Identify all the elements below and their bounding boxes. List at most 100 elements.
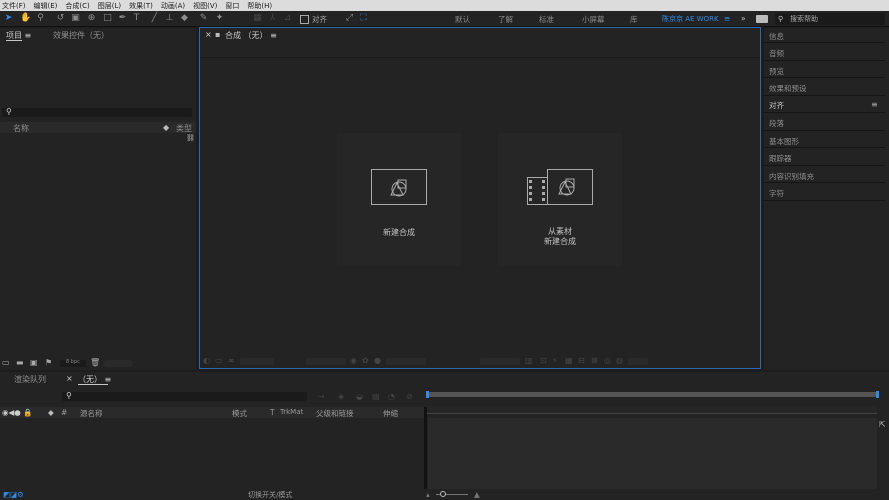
- panel-menu-icon[interactable]: ≡: [105, 375, 112, 384]
- draft-3d-icon[interactable]: ◈: [338, 392, 344, 401]
- panel-preview[interactable]: 预览: [769, 66, 784, 77]
- project-search-input[interactable]: ⚲: [2, 107, 192, 117]
- tab-effect-controls[interactable]: 效果控件（无）: [53, 30, 109, 41]
- col-number[interactable]: #: [61, 408, 67, 417]
- workspace-small-screen[interactable]: 小屏幕: [582, 14, 605, 25]
- workspace-standard[interactable]: 标准: [539, 14, 554, 25]
- magnification-field[interactable]: [240, 358, 274, 365]
- puppet-tool-icon[interactable]: ✦: [214, 13, 225, 24]
- zoom-tool-icon[interactable]: ⚲: [35, 13, 46, 24]
- menu-file[interactable]: 文件(F): [2, 1, 26, 11]
- screen-toggle-icon[interactable]: [756, 15, 768, 23]
- av-features-icon[interactable]: ◉◀● 🔒: [2, 408, 33, 417]
- graph-editor-icon[interactable]: ⊘: [406, 392, 413, 401]
- panel-essential-graphics[interactable]: 基本图形: [769, 136, 799, 147]
- panel-effects-presets[interactable]: 效果和预设: [769, 83, 807, 94]
- thumbnail-slider[interactable]: [103, 360, 133, 367]
- col-trkmat[interactable]: TrkMat: [280, 408, 303, 416]
- panel-character[interactable]: 字符: [769, 188, 784, 199]
- interpret-footage-icon[interactable]: ▭: [2, 358, 10, 367]
- flowchart-view-icon[interactable]: ⊠: [591, 356, 598, 365]
- type-tool-icon[interactable]: T: [131, 13, 142, 24]
- toggle-switches-modes[interactable]: 切换开关/模式: [248, 490, 292, 500]
- show-snapshot-icon[interactable]: ✿: [362, 356, 369, 365]
- zoom-out-icon[interactable]: ▴: [426, 490, 430, 499]
- frame-blending-icon[interactable]: ▤: [372, 392, 380, 401]
- comp-lock-icon[interactable]: ▪: [215, 30, 220, 39]
- snap-options-icon[interactable]: ⛶: [358, 13, 369, 24]
- label-tag-icon[interactable]: ◆: [163, 123, 169, 132]
- timeline-search-input[interactable]: ⚲: [62, 391, 307, 401]
- rotate-tool-icon[interactable]: ↺: [55, 13, 66, 24]
- camera-tool-icon[interactable]: ▣: [70, 13, 81, 24]
- delete-trash-icon[interactable]: 🗑: [90, 358, 100, 367]
- bpc-label[interactable]: 8 bpc: [66, 359, 80, 365]
- work-area-end-handle[interactable]: [876, 391, 879, 398]
- rectangle-tool-icon[interactable]: □: [102, 13, 113, 24]
- menu-layer[interactable]: 图层(L): [98, 1, 121, 11]
- workspace-learn[interactable]: 了解: [498, 14, 513, 25]
- menu-animation[interactable]: 动画(A): [161, 1, 185, 11]
- panel-content-aware-fill[interactable]: 内容识别填充: [769, 171, 814, 182]
- panel-menu-icon[interactable]: ≡: [871, 100, 878, 109]
- hand-tool-icon[interactable]: ✋: [20, 13, 31, 24]
- panel-info[interactable]: 信息: [769, 31, 784, 42]
- close-tab-icon[interactable]: ×: [205, 30, 212, 39]
- project-settings-icon[interactable]: ⚑: [45, 358, 52, 367]
- work-area-bar[interactable]: [427, 392, 878, 397]
- selection-tool-icon[interactable]: ➤: [3, 13, 14, 24]
- workspace-custom[interactable]: 陈京京 AE WORK: [662, 14, 719, 24]
- workspace-default[interactable]: 默认: [455, 14, 470, 25]
- roto-brush-tool-icon[interactable]: ✎: [198, 13, 209, 24]
- reset-exposure-icon[interactable]: ◎: [604, 356, 611, 365]
- label-tag-icon[interactable]: ◆: [48, 408, 54, 417]
- shy-icon[interactable]: ◒: [356, 392, 363, 401]
- new-folder-icon[interactable]: ▬: [16, 358, 24, 367]
- new-comp-from-footage-card[interactable]: 从素材 新建合成: [498, 133, 622, 266]
- menu-effect[interactable]: 效果(T): [129, 1, 153, 11]
- exposure-field[interactable]: [628, 358, 648, 365]
- local-axis-icon[interactable]: ▦: [252, 13, 263, 24]
- panel-tracker[interactable]: 跟踪器: [769, 153, 792, 164]
- panel-menu-icon[interactable]: ≡: [25, 31, 32, 40]
- color-channel-icon[interactable]: ●: [374, 356, 381, 365]
- pan-behind-tool-icon[interactable]: ⊕: [86, 13, 97, 24]
- timeline-icon[interactable]: ⊟: [578, 356, 585, 365]
- menu-help[interactable]: 帮助(H): [247, 1, 272, 11]
- work-area-start-handle[interactable]: [426, 391, 429, 398]
- motion-blur-icon[interactable]: ◔: [388, 392, 395, 401]
- tab-render-queue[interactable]: 渲染队列: [14, 374, 46, 385]
- panel-paragraph[interactable]: 段落: [769, 118, 784, 129]
- pen-tool-icon[interactable]: ✒: [117, 13, 128, 24]
- panel-align[interactable]: 对齐: [769, 100, 784, 111]
- time-ruler[interactable]: [427, 406, 877, 414]
- snapshot-icon[interactable]: ◉: [350, 356, 357, 365]
- flowchart-icon[interactable]: ⛓: [186, 134, 195, 142]
- view-axis-icon[interactable]: ⊿: [282, 13, 293, 24]
- menu-composition[interactable]: 合成(C): [65, 1, 89, 11]
- zoom-in-icon[interactable]: ▲: [474, 490, 480, 499]
- align-checkbox[interactable]: [300, 15, 309, 24]
- panel-menu-icon[interactable]: ≡: [270, 31, 277, 40]
- timeline-zoom-handle[interactable]: [440, 491, 446, 497]
- snap-icon[interactable]: ⤢: [344, 13, 355, 24]
- search-help-input[interactable]: ⚲ 搜索帮助: [775, 13, 885, 25]
- col-source-name[interactable]: 源名称: [80, 408, 103, 419]
- new-composition-card[interactable]: 新建合成: [337, 133, 461, 266]
- world-axis-icon[interactable]: ⅄: [267, 13, 278, 24]
- transparency-grid-icon[interactable]: ▦: [565, 356, 573, 365]
- mask-visibility-icon[interactable]: ∞: [228, 356, 235, 365]
- new-composition-icon[interactable]: ▣: [30, 358, 38, 367]
- comp-navigator-icon[interactable]: ⇱: [879, 420, 886, 429]
- timeline-splitter[interactable]: [424, 407, 427, 490]
- col-name[interactable]: 名称: [13, 123, 29, 134]
- col-t[interactable]: T: [270, 408, 275, 417]
- comp-flowchart-icon[interactable]: ⇢: [318, 392, 325, 401]
- pixel-aspect-icon[interactable]: ⊡: [540, 356, 547, 365]
- clone-stamp-tool-icon[interactable]: ⊥: [164, 13, 175, 24]
- zoom-dropdown-icon[interactable]: ▭: [215, 356, 223, 365]
- tab-composition[interactable]: 合成 （无） ≡: [225, 30, 277, 41]
- menu-edit[interactable]: 编辑(E): [34, 1, 58, 11]
- menu-view[interactable]: 视图(V): [193, 1, 217, 11]
- col-type[interactable]: 类型: [176, 123, 192, 134]
